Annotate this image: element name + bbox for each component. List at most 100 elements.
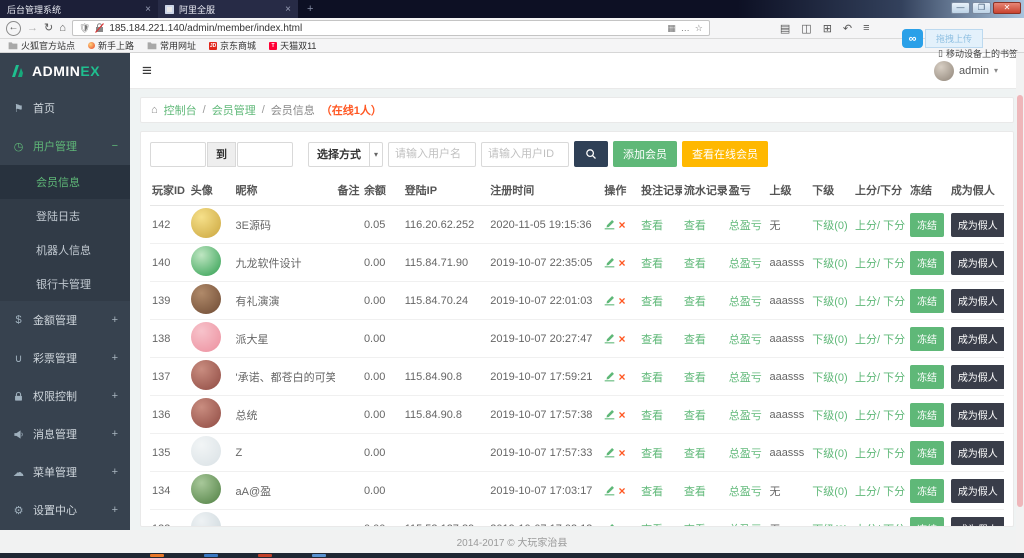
tab-close-icon[interactable]: × <box>285 4 291 15</box>
sidebar-subitem[interactable]: 登陆日志 <box>0 199 130 233</box>
score-down-link[interactable]: 下分 <box>883 220 905 232</box>
shield-icon[interactable]: 🛡 <box>79 23 90 34</box>
username-input[interactable] <box>388 142 476 167</box>
menu-icon[interactable]: ≡ <box>863 22 869 35</box>
score-up-link[interactable]: 上分/ <box>855 296 883 308</box>
sidebar-toggle-icon[interactable]: ◫ <box>801 22 811 35</box>
become-fake-button[interactable]: 成为假人 <box>951 213 1004 237</box>
bookmark-item[interactable]: 常用网址 <box>147 39 196 52</box>
become-fake-button[interactable]: 成为假人 <box>951 403 1004 427</box>
user-menu[interactable]: admin ▾ <box>934 61 998 81</box>
reload-icon[interactable]: ↻ <box>44 23 53 34</box>
delete-icon[interactable]: × <box>618 256 625 270</box>
freeze-button[interactable]: 冻结 <box>910 479 944 503</box>
delete-icon[interactable]: × <box>618 522 625 528</box>
flow-record-link[interactable]: 查看 <box>684 448 706 460</box>
score-up-link[interactable]: 上分/ <box>855 448 883 460</box>
freeze-button[interactable]: 冻结 <box>910 213 944 237</box>
edit-icon[interactable] <box>604 258 615 270</box>
edit-icon[interactable] <box>604 372 615 384</box>
screenshot-icon[interactable]: ⊞ <box>823 22 832 35</box>
freeze-button[interactable]: 冻结 <box>910 289 944 313</box>
total-profit-link[interactable]: 总盈亏 <box>729 410 762 422</box>
become-fake-button[interactable]: 成为假人 <box>951 289 1004 313</box>
edit-icon[interactable] <box>604 410 615 422</box>
bookmark-item[interactable]: 新手上路 <box>88 39 134 52</box>
delete-icon[interactable]: × <box>618 408 625 422</box>
url-bar[interactable]: 🛡 185.184.221.140/admin/member/index.htm… <box>72 20 710 36</box>
score-down-link[interactable]: 下分 <box>883 296 905 308</box>
subordinate-link[interactable]: 下级(0) <box>812 524 847 528</box>
bookmark-item[interactable]: JD京东商城 <box>209 39 256 52</box>
subordinate-link[interactable]: 下级(0) <box>812 334 847 346</box>
total-profit-link[interactable]: 总盈亏 <box>729 448 762 460</box>
sidebar-subitem[interactable]: 银行卡管理 <box>0 267 130 301</box>
score-down-link[interactable]: 下分 <box>883 410 905 422</box>
sidebar-item-lottery-mgmt[interactable]: ∪彩票管理+ <box>0 339 130 377</box>
freeze-button[interactable]: 冻结 <box>910 327 944 351</box>
become-fake-button[interactable]: 成为假人 <box>951 327 1004 351</box>
subordinate-link[interactable]: 下级(0) <box>812 372 847 384</box>
add-member-button[interactable]: 添加会员 <box>613 141 677 167</box>
insecure-lock-icon[interactable] <box>95 23 104 33</box>
more-actions-icon[interactable]: … <box>681 23 690 33</box>
flow-record-link[interactable]: 查看 <box>684 220 706 232</box>
sidebar-item-user-mgmt[interactable]: ◷用户管理− <box>0 127 130 165</box>
total-profit-link[interactable]: 总盈亏 <box>729 258 762 270</box>
bet-record-link[interactable]: 查看 <box>641 258 663 270</box>
minimize-button[interactable]: — <box>951 2 970 14</box>
search-button[interactable] <box>574 141 608 167</box>
flow-record-link[interactable]: 查看 <box>684 410 706 422</box>
delete-icon[interactable]: × <box>618 370 625 384</box>
subordinate-link[interactable]: 下级(0) <box>812 220 847 232</box>
view-online-button[interactable]: 查看在线会员 <box>682 141 768 167</box>
close-button[interactable]: ✕ <box>993 2 1021 14</box>
total-profit-link[interactable]: 总盈亏 <box>729 296 762 308</box>
home-icon[interactable]: ⌂ <box>59 23 66 34</box>
score-up-link[interactable]: 上分/ <box>855 524 883 528</box>
become-fake-button[interactable]: 成为假人 <box>951 365 1004 389</box>
total-profit-link[interactable]: 总盈亏 <box>729 486 762 498</box>
delete-icon[interactable]: × <box>618 294 625 308</box>
sidebar-item-money-mgmt[interactable]: $金额管理+ <box>0 301 130 339</box>
total-profit-link[interactable]: 总盈亏 <box>729 334 762 346</box>
freeze-button[interactable]: 冻结 <box>910 251 944 275</box>
freeze-button[interactable]: 冻结 <box>910 403 944 427</box>
maximize-button[interactable]: ❐ <box>972 2 991 14</box>
edit-icon[interactable] <box>604 486 615 498</box>
flow-record-link[interactable]: 查看 <box>684 258 706 270</box>
subordinate-link[interactable]: 下级(0) <box>812 410 847 422</box>
sidebar-item-message-mgmt[interactable]: 消息管理+ <box>0 415 130 453</box>
back-icon[interactable]: ← <box>6 21 21 36</box>
breadcrumb-section[interactable]: 会员管理 <box>212 102 256 118</box>
freeze-button[interactable]: 冻结 <box>910 441 944 465</box>
freeze-button[interactable]: 冻结 <box>910 365 944 389</box>
score-up-link[interactable]: 上分/ <box>855 486 883 498</box>
url-text[interactable]: 185.184.221.140/admin/member/index.html <box>109 23 662 34</box>
browser-tab-second[interactable]: 阿里全服 × <box>158 0 298 18</box>
bookmark-item[interactable]: 火狐官方站点 <box>8 39 75 52</box>
score-down-link[interactable]: 下分 <box>883 524 905 528</box>
sidebar-collapse-icon[interactable]: ≡ <box>142 61 152 81</box>
bet-record-link[interactable]: 查看 <box>641 296 663 308</box>
flow-record-link[interactable]: 查看 <box>684 486 706 498</box>
date-to-input[interactable] <box>237 142 293 167</box>
subordinate-link[interactable]: 下级(0) <box>812 296 847 308</box>
taskbar-item[interactable] <box>258 554 272 557</box>
method-select[interactable]: 选择方式 ▾ <box>308 142 383 167</box>
forward-icon[interactable]: → <box>27 23 38 34</box>
mobile-bookmarks[interactable]: ▯ 移动设备上的书签 <box>938 47 1018 60</box>
edit-icon[interactable] <box>604 448 615 460</box>
score-up-link[interactable]: 上分/ <box>855 220 883 232</box>
subordinate-link[interactable]: 下级(0) <box>812 486 847 498</box>
become-fake-button[interactable]: 成为假人 <box>951 517 1004 528</box>
sidebar-item-settings[interactable]: ⚙设置中心+ <box>0 491 130 529</box>
freeze-button[interactable]: 冻结 <box>910 517 944 528</box>
sidebar-item-menu-mgmt[interactable]: ☁菜单管理+ <box>0 453 130 491</box>
sidebar-item-home[interactable]: ⚑首页 <box>0 89 130 127</box>
score-down-link[interactable]: 下分 <box>883 486 905 498</box>
userid-input[interactable] <box>481 142 569 167</box>
bet-record-link[interactable]: 查看 <box>641 334 663 346</box>
browser-tab-admin[interactable]: 后台管理系统 × <box>0 0 158 18</box>
edit-icon[interactable] <box>604 220 615 232</box>
